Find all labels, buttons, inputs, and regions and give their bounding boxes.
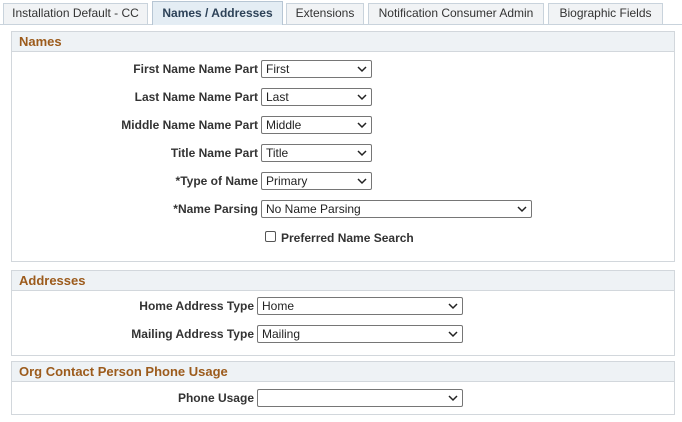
chevron-down-icon (448, 395, 458, 402)
tab-label: Biographic Fields (559, 6, 652, 20)
type-of-name-value: Primary (266, 174, 308, 188)
type-of-name-select[interactable]: Primary (261, 172, 372, 190)
tab-installation-default-cc[interactable]: Installation Default - CC (3, 3, 148, 24)
chevron-down-icon (448, 303, 458, 310)
tab-label: Installation Default - CC (12, 6, 139, 20)
name-parsing-select[interactable]: No Name Parsing (261, 200, 532, 218)
last-name-row: Last Name Name Part Last (12, 88, 674, 106)
phone-usage-label: Phone Usage (177, 391, 254, 405)
middle-name-label: Middle Name Name Part (121, 118, 258, 132)
tab-bar: Installation Default - CC Names / Addres… (0, 0, 682, 25)
tab-label: Notification Consumer Admin (378, 6, 534, 20)
middle-name-value: Middle (266, 118, 302, 132)
last-name-select[interactable]: Last (261, 88, 372, 106)
last-name-value: Last (266, 90, 289, 104)
names-group: Names First Name Name Part First Last Na… (11, 31, 675, 262)
mailing-address-select[interactable]: Mailing (257, 325, 463, 343)
first-name-row: First Name Name Part First (12, 60, 674, 78)
title-name-row: Title Name Part Title (12, 144, 674, 162)
org-contact-header: Org Contact Person Phone Usage (12, 362, 674, 382)
tab-biographic-fields[interactable]: Biographic Fields (548, 3, 663, 24)
home-address-value: Home (262, 299, 295, 313)
middle-name-select[interactable]: Middle (261, 116, 372, 134)
title-name-label: Title Name Part (170, 146, 258, 160)
tab-names-addresses[interactable]: Names / Addresses (152, 1, 283, 25)
middle-name-row: Middle Name Name Part Middle (12, 116, 674, 134)
name-parsing-row: *Name Parsing No Name Parsing (12, 200, 674, 218)
last-name-label: Last Name Name Part (134, 90, 258, 104)
home-address-label: Home Address Type (139, 299, 254, 313)
first-name-label: First Name Name Part (133, 62, 258, 76)
name-parsing-value: No Name Parsing (266, 202, 361, 216)
first-name-select[interactable]: First (261, 60, 372, 78)
tab-label: Names / Addresses (162, 6, 273, 20)
home-address-select[interactable]: Home (257, 297, 463, 315)
preferred-name-search-label[interactable]: Preferred Name Search (281, 231, 414, 245)
tab-divider (0, 24, 682, 25)
chevron-down-icon (357, 94, 367, 101)
addresses-group: Addresses Home Address Type Home Mailing… (11, 270, 675, 356)
phone-usage-row: Phone Usage (12, 389, 674, 407)
mailing-address-row: Mailing Address Type Mailing (12, 325, 674, 343)
tab-label: Extensions (295, 6, 355, 20)
names-header: Names (12, 32, 674, 52)
chevron-down-icon (357, 150, 367, 157)
addresses-header: Addresses (12, 271, 674, 291)
mailing-address-label: Mailing Address Type (131, 327, 254, 341)
org-contact-group: Org Contact Person Phone Usage Phone Usa… (11, 361, 675, 415)
chevron-down-icon (357, 66, 367, 73)
type-of-name-row: *Type of Name Primary (12, 172, 674, 190)
chevron-down-icon (448, 331, 458, 338)
chevron-down-icon (357, 178, 367, 185)
tab-extensions[interactable]: Extensions (286, 3, 364, 24)
tab-notification-consumer-admin[interactable]: Notification Consumer Admin (368, 3, 544, 24)
first-name-value: First (266, 62, 290, 76)
title-name-value: Title (266, 146, 289, 160)
title-name-select[interactable]: Title (261, 144, 372, 162)
home-address-row: Home Address Type Home (12, 297, 674, 315)
name-parsing-label: *Name Parsing (173, 202, 258, 216)
preferred-name-search-checkbox[interactable] (265, 231, 276, 242)
chevron-down-icon (517, 206, 527, 213)
type-of-name-label: *Type of Name (175, 174, 258, 188)
phone-usage-select[interactable] (257, 389, 463, 407)
mailing-address-value: Mailing (262, 327, 301, 341)
chevron-down-icon (357, 122, 367, 129)
